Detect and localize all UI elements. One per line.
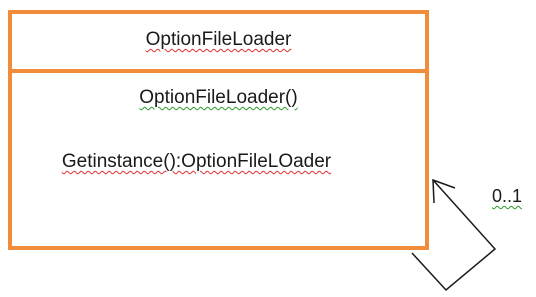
self-association bbox=[411, 178, 497, 292]
association-line bbox=[411, 179, 497, 292]
multiplicity-label: 0..1 bbox=[492, 186, 523, 206]
